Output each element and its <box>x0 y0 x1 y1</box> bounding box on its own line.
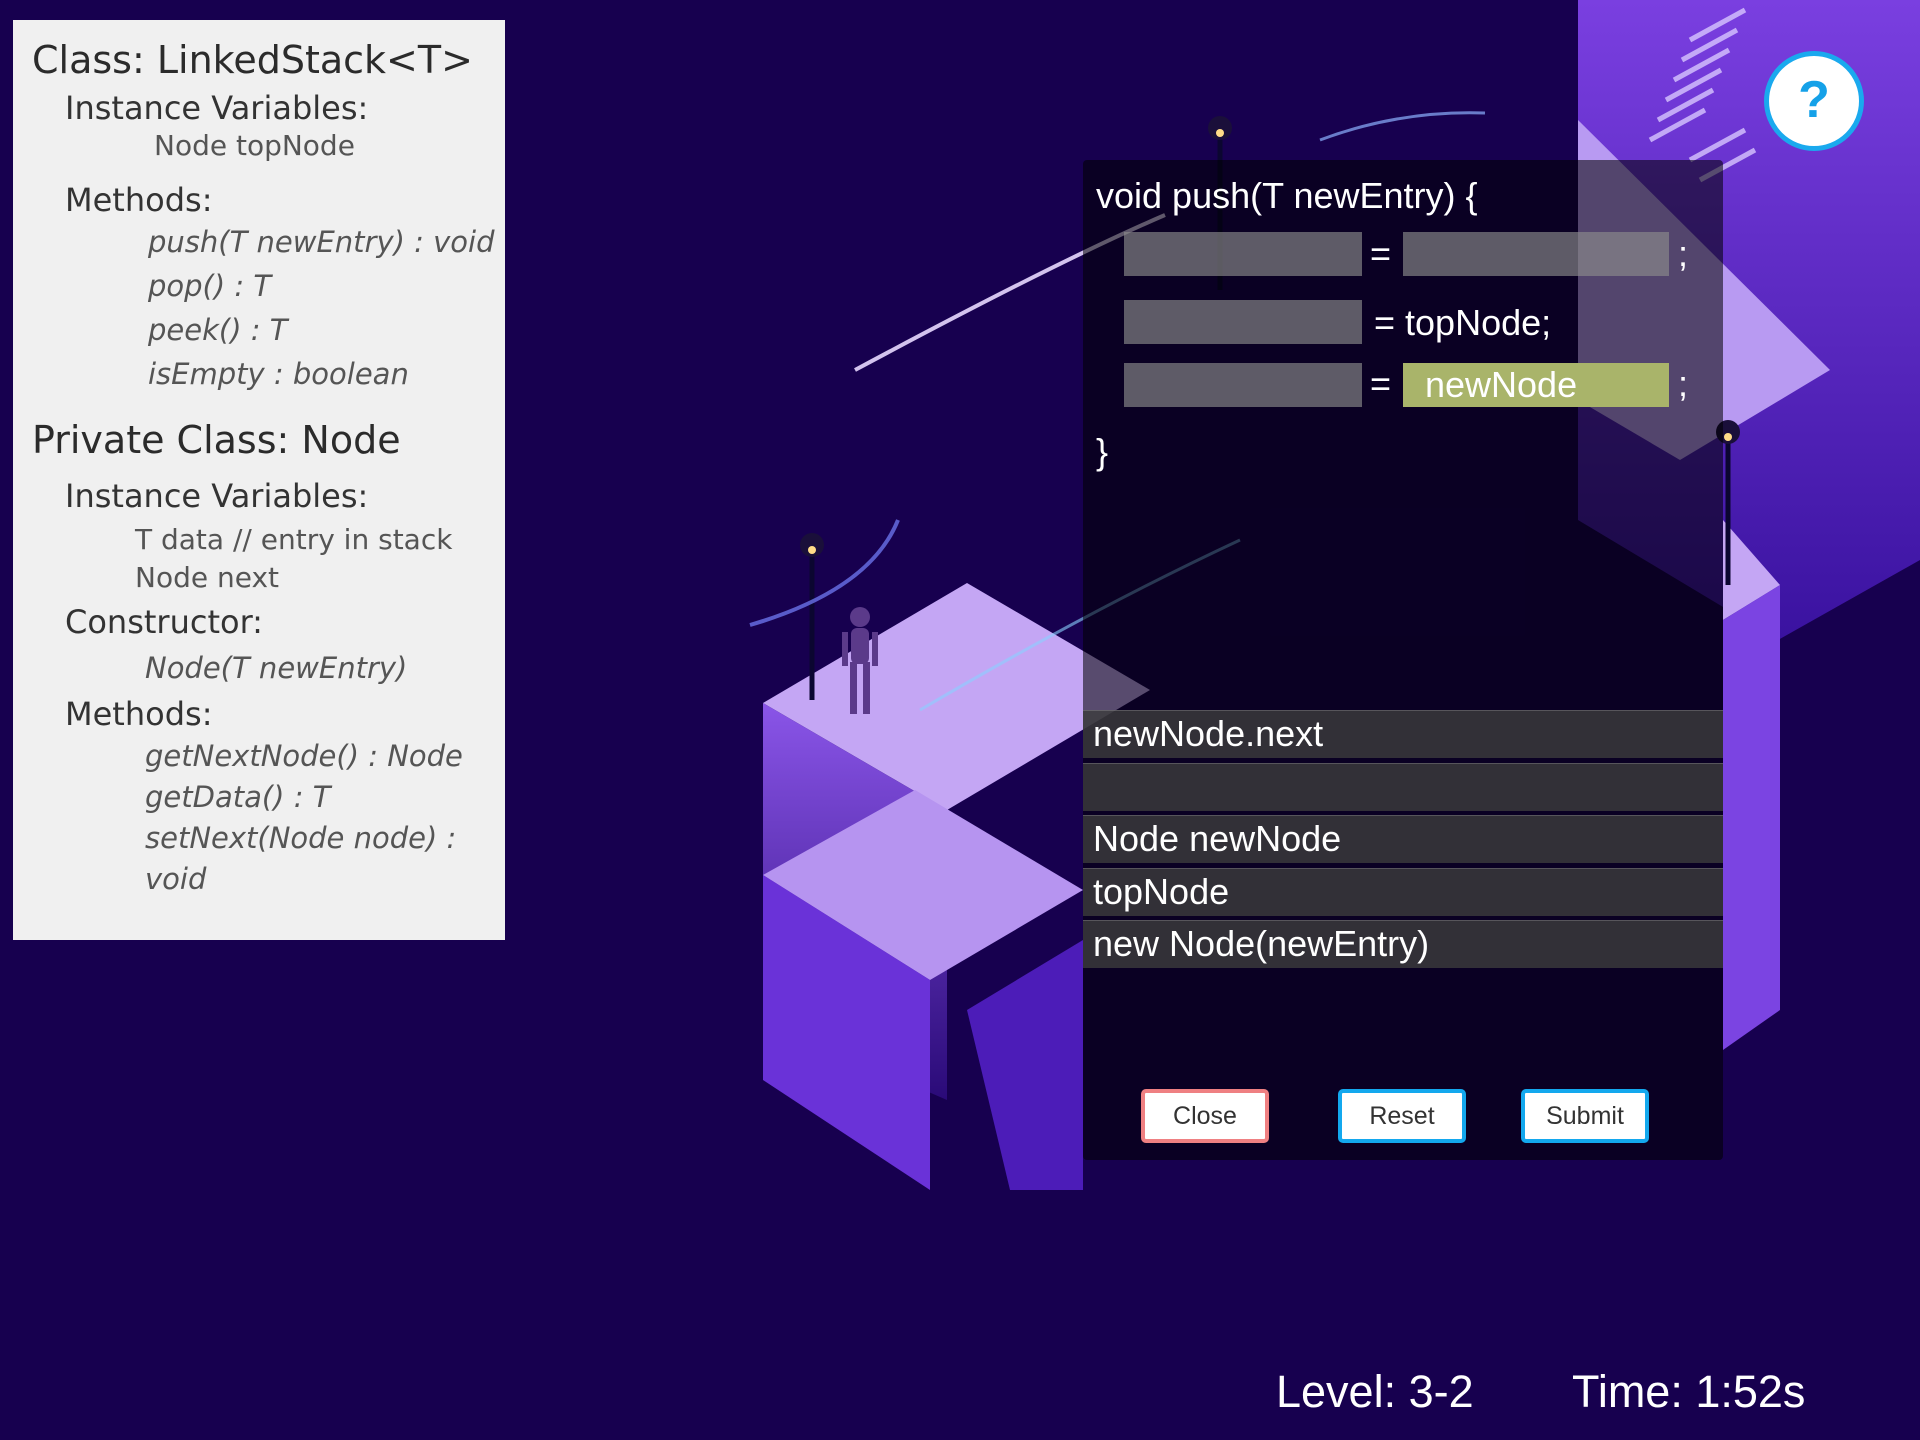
code-option[interactable]: new Node(newEntry) <box>1083 920 1723 968</box>
semicolon: ; <box>1678 363 1689 404</box>
code-slot[interactable] <box>1124 363 1362 407</box>
code-option[interactable]: topNode <box>1083 868 1723 916</box>
instance-var-item: Node topNode <box>154 129 355 162</box>
code-option[interactable]: Node newNode <box>1083 815 1723 863</box>
light-trail-4 <box>1319 111 1486 142</box>
instance-vars-label: Instance Variables: <box>65 89 369 127</box>
code-slot-filled[interactable]: newNode <box>1403 363 1669 407</box>
node-instance-var-item: Node next <box>135 561 280 594</box>
class-title: Class: LinkedStack<T> <box>32 38 473 82</box>
level-indicator: Level: 3-2 <box>1276 1366 1474 1417</box>
node-method-item: getNextNode() : Node <box>145 739 463 773</box>
method-item: isEmpty : boolean <box>148 357 409 391</box>
constructor-label: Constructor: <box>65 603 263 641</box>
closing-brace: } <box>1096 431 1109 472</box>
submit-button[interactable]: Submit <box>1521 1089 1649 1143</box>
light-trail-2 <box>749 519 900 627</box>
help-button[interactable]: ? <box>1764 51 1864 151</box>
code-slot[interactable] <box>1124 232 1362 276</box>
node-instance-var-item: T data // entry in stack <box>135 523 453 556</box>
method-item: pop() : T <box>148 269 272 303</box>
equals-sign: = <box>1370 363 1392 404</box>
line2-rhs: = topNode; <box>1374 302 1552 343</box>
code-slot[interactable] <box>1403 232 1669 276</box>
node-method-item: getData() : T <box>145 780 331 814</box>
right-platform-face <box>1723 585 1780 1050</box>
private-class-title: Private Class: Node <box>32 418 401 462</box>
node-methods-label: Methods: <box>65 695 213 733</box>
code-option-empty[interactable] <box>1083 763 1723 811</box>
methods-label: Methods: <box>65 181 213 219</box>
stair-block <box>967 940 1083 1190</box>
method-item: push(T newEntry) : void <box>148 225 495 259</box>
method-signature: void push(T newEntry) { <box>1096 175 1478 216</box>
node-method-item: setNext(Node node) : void <box>145 821 457 896</box>
time-indicator: Time: 1:52s <box>1572 1366 1806 1417</box>
code-slot[interactable] <box>1124 300 1362 344</box>
method-item: peek() : T <box>148 313 288 347</box>
node-instance-vars-label: Instance Variables: <box>65 477 369 515</box>
equals-sign: = <box>1370 233 1392 274</box>
semicolon: ; <box>1678 233 1689 274</box>
reset-button[interactable]: Reset <box>1338 1089 1466 1143</box>
code-option[interactable]: newNode.next <box>1083 710 1723 758</box>
constructor-item: Node(T newEntry) <box>145 651 408 685</box>
class-reference-card: Class: LinkedStack<T> Instance Variables… <box>13 20 505 940</box>
close-button[interactable]: Close <box>1141 1089 1269 1143</box>
